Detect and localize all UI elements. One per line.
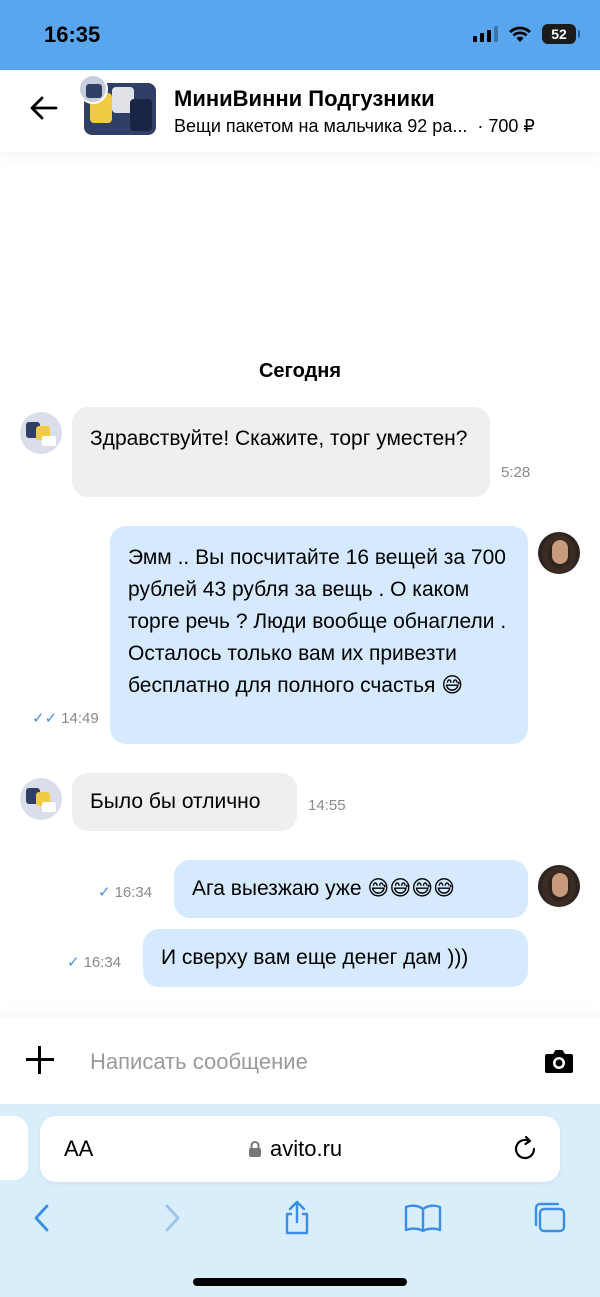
seller-avatar	[20, 412, 62, 454]
message-input[interactable]	[90, 1046, 510, 1078]
tabs-button[interactable]	[530, 1200, 570, 1236]
plus-icon[interactable]	[26, 1046, 54, 1074]
cellular-signal-icon	[473, 26, 498, 42]
message-time: ✓✓ 14:49	[32, 709, 99, 728]
message-text: И сверху вам еще денег дам )))	[161, 946, 469, 969]
battery-icon: 52	[542, 24, 580, 44]
seller-avatar-small	[78, 74, 108, 104]
seller-avatar	[20, 778, 62, 820]
message-bubble: И сверху вам еще денег дам )))	[143, 929, 528, 987]
check-icon: ✓	[67, 954, 80, 971]
message-text: Ага выезжаю уже 😅😅😅😅	[192, 877, 455, 900]
browser-forward-button[interactable]	[152, 1200, 192, 1236]
message-text: Было бы отлично	[90, 790, 261, 813]
browser-chrome: AA avito.ru	[0, 1104, 600, 1297]
battery-level: 52	[551, 26, 567, 42]
home-indicator[interactable]	[193, 1278, 407, 1286]
previous-tab-peek[interactable]	[0, 1116, 28, 1180]
user-avatar	[538, 532, 580, 574]
message-text: Здравствуйте! Скажите, торг уместен?	[90, 427, 468, 450]
listing-title: Вещи пакетом на мальчика 92 ра...	[174, 116, 468, 136]
url-text: avito.ru	[270, 1136, 343, 1161]
message-composer	[0, 1018, 600, 1104]
message-time: ✓ 16:34	[98, 883, 153, 902]
status-bar: 16:35 52	[0, 0, 600, 70]
book-icon	[404, 1204, 442, 1233]
address-bar[interactable]: AA avito.ru	[40, 1116, 560, 1182]
message-bubble: Ага выезжаю уже 😅😅😅😅	[174, 860, 528, 918]
message-time: ✓ 16:34	[67, 953, 122, 972]
message-text: Эмм .. Вы посчитайте 16 вещей за 700 руб…	[128, 546, 507, 697]
chevron-left-icon	[34, 1204, 49, 1232]
tabs-icon	[534, 1202, 566, 1233]
share-button[interactable]	[277, 1200, 317, 1236]
camera-icon[interactable]	[544, 1048, 574, 1074]
listing-price: · 700 ₽	[477, 116, 535, 136]
message-time: 14:55	[308, 797, 346, 814]
date-separator: Сегодня	[258, 360, 342, 382]
share-icon	[285, 1200, 309, 1235]
bookmarks-button[interactable]	[403, 1200, 443, 1236]
check-icon: ✓	[98, 884, 111, 901]
status-icons: 52	[473, 24, 580, 44]
lock-icon	[249, 1141, 261, 1157]
browser-back-button[interactable]	[22, 1200, 62, 1236]
chat-header: МиниВинни Подгузники Вещи пакетом на мал…	[0, 70, 600, 152]
back-button[interactable]	[28, 92, 60, 124]
double-check-icon: ✓✓	[32, 710, 58, 727]
arrow-left-icon	[30, 96, 58, 120]
reader-settings-button[interactable]: AA	[64, 1136, 93, 1162]
listing-info[interactable]: Вещи пакетом на мальчика 92 ра... · 700 …	[174, 116, 554, 137]
chevron-right-icon	[165, 1204, 180, 1232]
message-bubble: Было бы отлично	[72, 773, 297, 831]
reload-icon[interactable]	[510, 1134, 540, 1164]
message-bubble: Эмм .. Вы посчитайте 16 вещей за 700 руб…	[110, 526, 528, 744]
url-display[interactable]: avito.ru	[248, 1136, 342, 1162]
wifi-icon	[509, 26, 531, 42]
browser-toolbar	[0, 1194, 600, 1244]
status-time: 16:35	[44, 22, 101, 47]
message-time: 5:28	[501, 464, 531, 481]
user-avatar	[538, 865, 580, 907]
message-bubble: Здравствуйте! Скажите, торг уместен?	[72, 407, 490, 497]
seller-name[interactable]: МиниВинни Подгузники	[174, 86, 435, 112]
